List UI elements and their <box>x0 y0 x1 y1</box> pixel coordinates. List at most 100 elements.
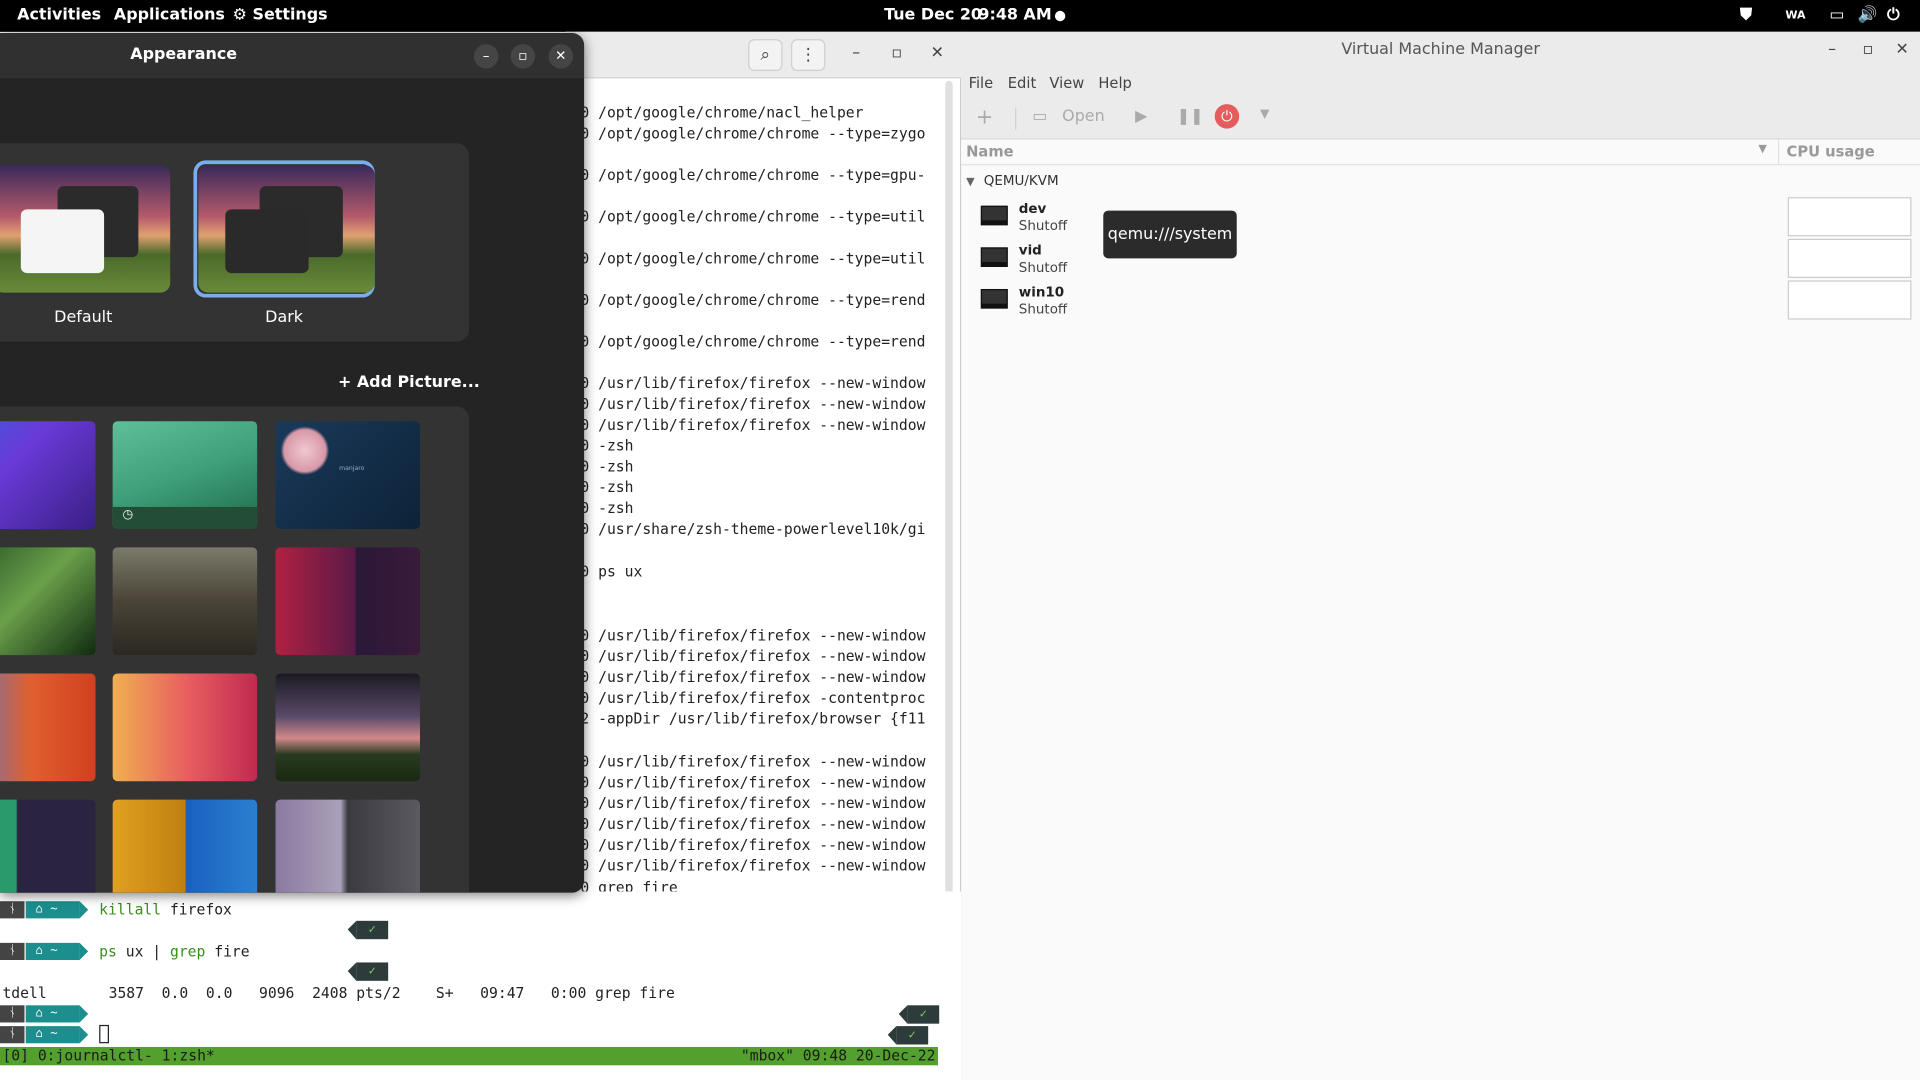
add-picture-button[interactable]: + Add Picture... <box>338 373 480 391</box>
power-icon[interactable]: ⏻ <box>1887 6 1900 24</box>
close-icon[interactable]: ✕ <box>548 44 574 69</box>
vpn-indicator[interactable]: WA <box>1785 10 1805 22</box>
connection-group-row[interactable]: ▼ QEMU/KVM <box>966 173 1058 189</box>
column-cpu-usage[interactable]: CPU usage <box>1787 143 1875 160</box>
vm-name: win10 <box>1018 284 1065 301</box>
tmux-host-time: "mbox" 09:48 20-Dec-22 <box>740 1046 936 1065</box>
column-name[interactable]: Name <box>966 143 1014 160</box>
style-default-thumbnail[interactable] <box>0 165 171 293</box>
wallpaper-thumbnail[interactable] <box>0 673 96 782</box>
column-divider <box>1777 139 1780 166</box>
connection-name: QEMU/KVM <box>983 172 1059 189</box>
terminal-line: 0 /usr/lib/firefox/firefox --new-window <box>580 794 926 812</box>
connection-tooltip: qemu:///system <box>1103 210 1237 259</box>
toolbar: + ▭ Open ▶ ❚❚ ⏻ ▼ <box>961 97 1920 140</box>
menu-view[interactable]: View <box>1049 75 1084 92</box>
wallpaper-thumbnail[interactable] <box>112 673 258 782</box>
style-dark-thumbnail[interactable] <box>198 165 375 293</box>
tmux-windows[interactable]: [0] 0:journalctl- 1:zsh* <box>2 1047 214 1065</box>
close-icon[interactable]: ✕ <box>931 44 944 62</box>
maximize-icon[interactable]: ▫ <box>891 44 902 62</box>
wallpaper-thumbnail[interactable] <box>275 547 421 656</box>
minimize-icon[interactable]: – <box>1828 40 1836 58</box>
terminal-line: 0 -zsh <box>580 437 634 455</box>
maximize-icon[interactable]: ▫ <box>1862 40 1873 58</box>
appearance-window: Appearance – ▫ ✕ Default Dark + Add Pict… <box>0 33 585 893</box>
search-icon[interactable]: ⌕ <box>748 39 783 72</box>
wallpaper-thumbnail[interactable] <box>0 799 96 893</box>
menu-file[interactable]: File <box>969 75 994 92</box>
terminal-line: 0 /opt/google/chrome/chrome --type=gpu- <box>580 166 926 184</box>
wallpaper-thumbnail[interactable]: ◷ <box>112 421 258 529</box>
home-icon: ⌂ ~ <box>25 901 89 919</box>
vm-state: Shutoff <box>1018 217 1068 234</box>
window-title: Virtual Machine Manager <box>1341 40 1540 59</box>
terminal-line: 0 /usr/lib/firefox/firefox --new-window <box>580 836 926 854</box>
terminal-line: 0 /opt/google/chrome/chrome --type=util <box>580 249 926 267</box>
menu-help[interactable]: Help <box>1098 75 1132 92</box>
new-vm-icon[interactable]: + <box>976 105 993 129</box>
notification-dot-icon: ● <box>1054 7 1067 24</box>
chevron-down-icon[interactable]: ▼ <box>1260 108 1269 121</box>
wallpaper-thumbnail[interactable] <box>0 421 96 529</box>
run-icon[interactable]: ▶ <box>1135 108 1147 126</box>
vm-row[interactable]: win10 Shutoff <box>980 284 1912 321</box>
chevron-down-icon[interactable]: ▼ <box>1758 143 1766 155</box>
style-chooser: Default Dark <box>0 143 469 342</box>
volume-icon[interactable]: 🔊 <box>1858 6 1878 24</box>
minimize-icon[interactable]: – <box>473 44 499 69</box>
wallpaper-grid: ◷ manjaro <box>0 406 469 893</box>
vm-monitor-icon <box>980 288 1008 309</box>
terminal-line: 0 /usr/share/zsh-theme-powerlevel10k/gi <box>580 520 926 538</box>
vm-monitor-icon <box>980 205 1008 226</box>
vm-name: vid <box>1018 242 1042 259</box>
terminal-header: ⌕ ⋮ – ▫ ✕ <box>565 31 962 79</box>
pause-icon[interactable]: ❚❚ <box>1177 108 1204 126</box>
terminal-line: 0 ps ux <box>580 563 643 581</box>
open-button[interactable]: ▭ Open <box>1032 108 1104 126</box>
menu-bar: File Edit View Help <box>961 68 1920 98</box>
shield-icon[interactable]: ⛊ <box>1740 6 1752 24</box>
terminal-line: 0 /usr/lib/firefox/firefox --new-window <box>580 668 926 686</box>
vm-state: Shutoff <box>1018 301 1068 318</box>
wallpaper-thumbnail[interactable] <box>0 547 96 656</box>
tmux-status-bar: [0] 0:journalctl- 1:zsh* "mbox" 09:48 20… <box>0 1046 938 1066</box>
zsh-area[interactable]: ᚾ ⌂ ~ killall firefox ✓ ᚾ ⌂ ~ ps ux | gr… <box>0 891 962 1080</box>
screen-icon[interactable]: ▭ <box>1829 6 1844 24</box>
terminal-line: 0 /opt/google/chrome/chrome --type=rend <box>580 291 926 309</box>
terminal-line: 0 /opt/google/chrome/chrome --type=util <box>580 208 926 226</box>
close-icon[interactable]: ✕ <box>1896 40 1909 58</box>
ps-output-line: tdell 3587 0.0 0.0 9096 2408 pts/2 S+ 09… <box>2 984 675 1002</box>
wallpaper-thumbnail[interactable] <box>275 799 421 893</box>
add-picture-label: Add Picture... <box>356 373 480 392</box>
terminal-line: 2 -appDir /usr/lib/firefox/browser {f11 <box>580 710 926 728</box>
clock-time[interactable]: 9:48 AM <box>978 6 1051 24</box>
terminal-line: 0 /usr/lib/firefox/firefox --new-window <box>580 753 926 771</box>
menu-icon[interactable]: ⋮ <box>791 39 826 72</box>
virt-manager-window: Virtual Machine Manager – ▫ ✕ File Edit … <box>961 31 1920 1080</box>
distro-icon: ᚾ <box>0 942 25 961</box>
applications-menu[interactable]: Applications <box>114 6 225 24</box>
settings-app-menu[interactable]: ⚙ Settings <box>233 6 328 24</box>
shutdown-icon[interactable]: ⏻ <box>1214 104 1240 129</box>
wallpaper-thumbnail[interactable] <box>112 799 258 893</box>
terminal-line: 0 /usr/lib/firefox/firefox --new-window <box>580 773 926 792</box>
wallpaper-thumbnail[interactable]: manjaro <box>275 421 421 529</box>
activities-button[interactable]: Activities <box>17 6 101 24</box>
menu-edit[interactable]: Edit <box>1008 75 1036 92</box>
vm-monitor-icon <box>980 247 1008 267</box>
distro-icon: ᚾ <box>0 1005 25 1023</box>
wallpaper-thumbnail[interactable] <box>275 673 421 782</box>
vm-state: Shutoff <box>1018 259 1068 276</box>
minimize-icon[interactable]: – <box>852 44 860 62</box>
expander-icon: ▼ <box>966 176 975 189</box>
maximize-icon[interactable]: ▫ <box>510 44 536 69</box>
terminal-line: 0 -zsh <box>580 478 634 496</box>
clock-icon: ◷ <box>122 508 134 522</box>
terminal-line: 0 /opt/google/chrome/nacl_helper <box>580 104 864 122</box>
clock-date[interactable]: Tue Dec 20 <box>884 6 982 24</box>
terminal-line: 0 /usr/lib/firefox/firefox --new-window <box>580 374 926 392</box>
wallpaper-thumbnail[interactable] <box>112 547 258 656</box>
plus-icon: + <box>337 373 352 392</box>
window-title: Appearance <box>130 45 238 64</box>
